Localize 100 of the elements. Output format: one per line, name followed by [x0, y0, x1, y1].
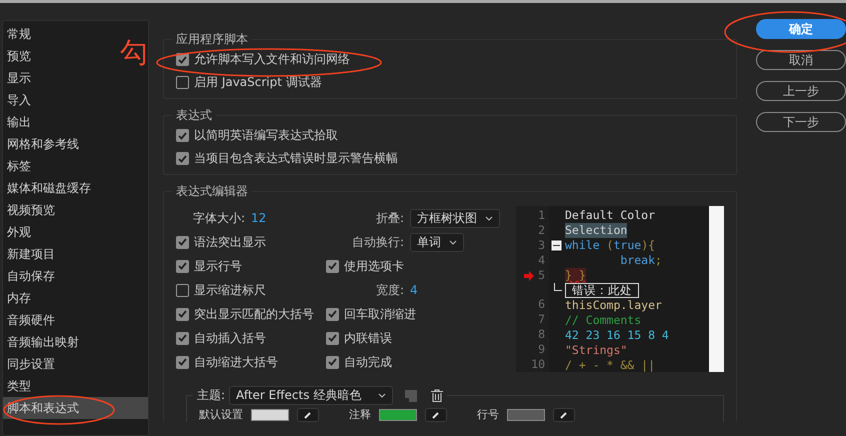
checkbox-label: 突出显示匹配的大括号 [194, 306, 314, 322]
code-comment: // Comments [565, 313, 642, 328]
code-keyword: break [619, 253, 656, 268]
field-label: 折叠: [374, 210, 404, 226]
checkbox[interactable] [326, 260, 339, 272]
field-label: 自动换行: [350, 234, 404, 250]
color-swatch[interactable] [507, 408, 545, 420]
checkbox[interactable] [176, 308, 189, 320]
checkbox-label: 回车取消缩进 [344, 306, 416, 322]
dialog-button[interactable]: 确定 [756, 19, 846, 39]
sidebar-item[interactable]: 显示 [3, 67, 35, 89]
line-number: 7 [538, 312, 545, 327]
code-operator: ; [655, 253, 662, 268]
line-number: 2 [538, 223, 545, 238]
checkbox[interactable] [176, 129, 189, 142]
color-swatch[interactable] [379, 408, 417, 420]
selected-code-text: Selection [565, 223, 628, 238]
code-text: Default Color [565, 208, 656, 223]
line-number: 10 [531, 357, 545, 372]
wrap-select[interactable]: 单词 [410, 232, 464, 252]
sidebar-item[interactable]: 输出 [3, 111, 35, 133]
group-title: 应用程序脚本 [175, 31, 249, 48]
caret-icon [485, 216, 493, 220]
sidebar-item[interactable]: 音频硬件 [3, 309, 59, 331]
eyedropper-icon [560, 410, 568, 418]
error-arrow-icon [524, 270, 534, 280]
checkbox[interactable] [326, 332, 339, 344]
eyedropper-icon [432, 410, 440, 418]
sidebar-item[interactable]: 新建项目 [3, 243, 59, 265]
checkbox-label: 内联错误 [344, 330, 392, 346]
sidebar-item[interactable]: 视频预览 [3, 199, 59, 221]
checkbox-label: 显示缩进标尺 [194, 282, 266, 298]
theme-select[interactable]: After Effects 经典暗色 [229, 386, 394, 405]
checkbox[interactable] [176, 76, 189, 89]
line-number: 8 [538, 327, 545, 342]
fold-icon[interactable] [551, 240, 562, 251]
checkbox-label: 允许脚本写入文件和访问网络 [194, 51, 350, 68]
line-number: 3 [538, 238, 545, 253]
error-tooltip: 错误：此处 [565, 283, 639, 298]
checkbox[interactable] [326, 356, 339, 368]
color-label: 注释 [349, 407, 371, 422]
checkbox-label: 自动缩进大括号 [194, 354, 278, 370]
sidebar-item[interactable]: 音频输出映射 [3, 331, 83, 353]
code-string: "Strings" [565, 343, 628, 358]
color-swatch[interactable] [251, 408, 289, 420]
checkbox-label: 语法突出显示 [194, 234, 266, 250]
field-label: 宽度: [374, 282, 404, 298]
sidebar-item[interactable]: 常规 [3, 23, 35, 45]
line-number: 5 [538, 268, 545, 283]
group-title: 表达式 [175, 107, 213, 124]
dialog-button[interactable]: 取消 [756, 50, 846, 70]
field-label: 字体大小: [193, 210, 246, 226]
line-number: 1 [538, 208, 545, 223]
tab-width-value[interactable]: 4 [410, 283, 418, 297]
code-operator: / + - * && || [565, 358, 656, 373]
checkbox[interactable] [326, 308, 339, 320]
checkbox[interactable] [176, 236, 189, 248]
eyedropper-icon [304, 410, 312, 418]
checkbox-label: 启用 JavaScript 调试器 [194, 74, 322, 91]
color-label: 默认设置 [199, 407, 243, 422]
sidebar-item[interactable]: 标签 [3, 155, 35, 177]
eyedropper-button[interactable] [297, 408, 319, 422]
sidebar-item[interactable]: 内存 [3, 287, 35, 309]
dialog-button[interactable]: 下一步 [756, 112, 846, 132]
sidebar-item[interactable]: 外观 [3, 221, 35, 243]
code-text: thisComp.layer [565, 298, 662, 313]
caret-icon [378, 393, 386, 398]
code-operator: ( [606, 238, 614, 253]
checkbox[interactable] [176, 284, 189, 296]
sidebar-item[interactable]: 类型 [3, 375, 35, 397]
group-title: 表达式编辑器 [175, 183, 249, 200]
sidebar-item[interactable]: 媒体和磁盘缓存 [3, 177, 95, 199]
color-label: 行号 [477, 407, 499, 422]
checkbox-label: 自动插入括号 [194, 330, 266, 346]
caret-icon [449, 240, 457, 244]
code-keyword: while [565, 238, 600, 253]
field-label: 主题: [197, 387, 226, 404]
font-size-value[interactable]: 12 [251, 211, 266, 225]
sidebar-item[interactable]: 同步设置 [3, 353, 59, 375]
line-number: 6 [538, 297, 545, 312]
checkbox[interactable] [176, 152, 189, 165]
checkbox-label: 使用选项卡 [344, 258, 404, 274]
sidebar-item[interactable]: 网格和参考线 [3, 133, 83, 155]
code-keyword: true [613, 238, 642, 253]
checkbox[interactable] [176, 356, 189, 368]
checkbox[interactable] [176, 260, 189, 272]
fold-select[interactable]: 方框树状图 [410, 208, 500, 228]
code-operator: ){ [641, 238, 656, 253]
sidebar-item[interactable]: 导入 [3, 89, 35, 111]
line-number: 9 [538, 342, 545, 357]
dialog-button[interactable]: 上一步 [756, 81, 846, 101]
sidebar-item[interactable]: 预览 [3, 45, 35, 67]
checkbox-label: 当项目包含表达式错误时显示警告横幅 [194, 150, 398, 167]
line-number: 4 [538, 253, 545, 268]
trash-icon[interactable] [431, 389, 444, 402]
sidebar-item[interactable]: 自动保存 [3, 265, 59, 287]
checkbox[interactable] [176, 332, 189, 344]
code-number: 42 23 16 15 8 4 [565, 328, 669, 343]
eyedropper-button[interactable] [425, 408, 447, 422]
eyedropper-button[interactable] [553, 408, 575, 422]
